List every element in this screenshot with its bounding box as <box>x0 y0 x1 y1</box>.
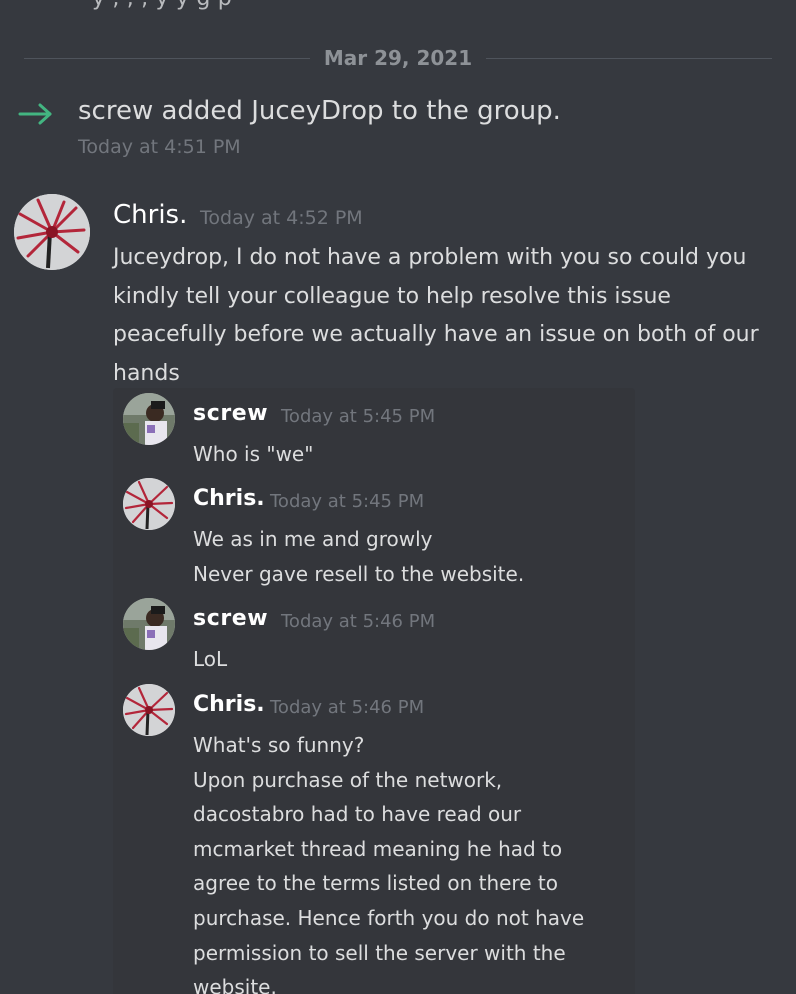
system-message-timestamp: Today at 4:51 PM <box>78 136 241 158</box>
quoted-messages-block: screw Today at 5:45 PM Who is "we" Chris… <box>113 388 635 994</box>
message-author[interactable]: screw <box>193 606 268 631</box>
message-line: dacostabro had to have read our <box>193 802 522 827</box>
message-timestamp: Today at 5:45 PM <box>281 406 436 427</box>
message-line: permission to sell the server with the <box>193 940 566 965</box>
arrow-right-icon <box>18 103 52 125</box>
message-author[interactable]: Chris. <box>193 486 265 511</box>
message-body: LoL <box>193 642 613 677</box>
message-body: We as in me and growly Never gave resell… <box>193 522 613 591</box>
divider-line-right <box>486 57 772 59</box>
photo-avatar-icon <box>123 598 175 650</box>
message-line: purchase. Hence forth you do not have <box>193 905 585 930</box>
avatar[interactable] <box>14 194 90 270</box>
photo-avatar-icon <box>123 393 175 445</box>
message-timestamp: Today at 5:45 PM <box>270 491 425 512</box>
message-body: Who is "we" <box>193 437 613 472</box>
avatar[interactable] <box>123 684 175 736</box>
message-line: LoL <box>193 647 228 671</box>
message-timestamp: Today at 4:52 PM <box>200 207 363 229</box>
avatar[interactable] <box>123 478 175 530</box>
divider-date: Mar 29, 2021 <box>323 46 473 70</box>
red-spiky-avatar-icon <box>123 684 175 736</box>
red-spiky-avatar-icon <box>123 478 175 530</box>
message-body: What's so funny? Upon purchase of the ne… <box>193 728 613 994</box>
message-timestamp: Today at 5:46 PM <box>270 697 425 718</box>
message-line: What's so funny? <box>193 733 365 757</box>
message-body: Juceydrop, I do not have a problem with … <box>113 245 759 386</box>
chat-view: y , , , y y g p Mar 29, 2021 screw added… <box>0 0 796 994</box>
divider-line-left <box>24 57 310 59</box>
message-author[interactable]: Chris. <box>193 692 265 717</box>
avatar[interactable] <box>123 598 175 650</box>
message-line: agree to the terms listed on there to <box>193 871 558 896</box>
message-timestamp: Today at 5:46 PM <box>281 611 436 632</box>
cutoff-previous-text: y , , , y y g p <box>92 0 232 11</box>
avatar[interactable] <box>123 393 175 445</box>
system-message-text: screw added JuceyDrop to the group. <box>78 96 561 126</box>
message-line: Never gave resell to the website. <box>193 561 525 586</box>
message-author[interactable]: Chris. <box>113 200 187 230</box>
message-line: website. <box>193 975 277 994</box>
message-line: mcmarket thread meaning he had to <box>193 836 563 861</box>
message-line: Who is "we" <box>193 442 314 466</box>
red-spiky-avatar-icon <box>14 194 90 270</box>
message-author[interactable]: screw <box>193 401 268 426</box>
date-divider: Mar 29, 2021 <box>24 44 772 72</box>
message-line: We as in me and growly <box>193 527 433 551</box>
message-line: Upon purchase of the network, <box>193 767 503 792</box>
